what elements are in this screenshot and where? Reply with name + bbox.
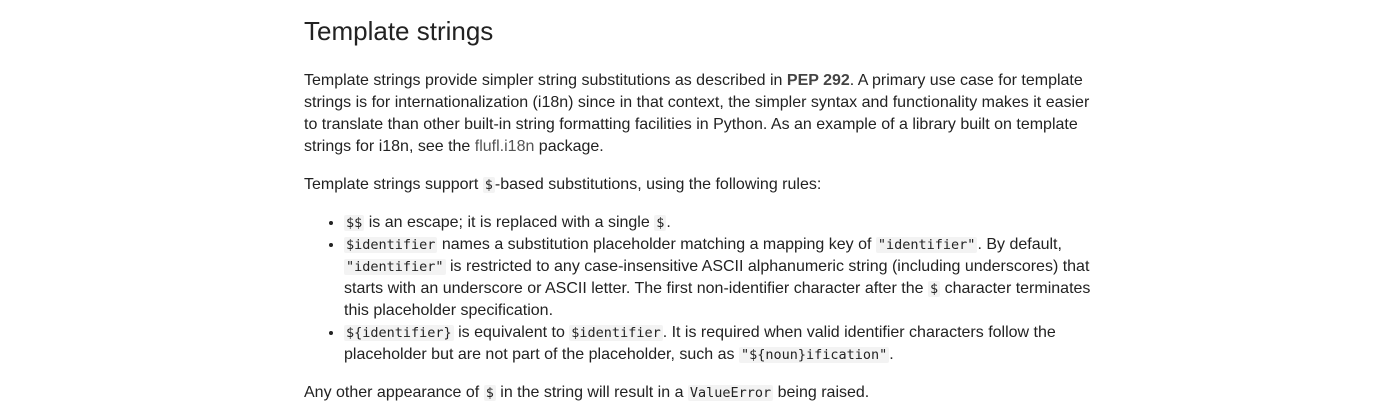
- value-error-code: ValueError: [687, 385, 774, 401]
- rule-code: $identifier: [569, 325, 663, 341]
- rule-item-escape: $$ is an escape; it is replaced with a s…: [344, 212, 1094, 234]
- rule-code: "${noun}ification": [738, 347, 890, 363]
- rules-intro-paragraph: Template strings support $ -based substit…: [304, 174, 1094, 196]
- rules-intro-text-1: Template strings support: [304, 176, 483, 193]
- rules-intro-text-2: -based substitutions, using the followin…: [494, 176, 822, 193]
- rules-list: $$ is an escape; it is replaced with a s…: [304, 212, 1094, 366]
- closing-text-3: being raised.: [773, 384, 870, 401]
- rule-item-braced-identifier: ${identifier} is equivalent to $identifi…: [344, 322, 1094, 366]
- rule-code: "identifier": [875, 237, 978, 253]
- rule-code: $: [654, 215, 667, 231]
- rule-code: $identifier: [344, 237, 438, 253]
- pep-292-link[interactable]: PEP 292: [787, 72, 850, 89]
- intro-paragraph: Template strings provide simpler string …: [304, 70, 1094, 158]
- doc-content: Template strings Template strings provid…: [304, 14, 1094, 420]
- dollar-code: $: [482, 177, 495, 193]
- rule-text: . By default,: [977, 236, 1062, 253]
- rule-code: $$: [344, 215, 365, 231]
- closing-text-2: in the string will result in a: [495, 384, 688, 401]
- intro-text-1: Template strings provide simpler string …: [304, 72, 787, 89]
- closing-code: $: [483, 385, 496, 401]
- rule-text: is an escape; it is replaced with a sing…: [364, 214, 655, 231]
- rule-text: .: [889, 346, 894, 363]
- intro-text-3: package.: [534, 138, 604, 155]
- closing-paragraph: Any other appearance of $ in the string …: [304, 382, 1094, 404]
- closing-text-1: Any other appearance of: [304, 384, 484, 401]
- rule-code: ${identifier}: [344, 325, 454, 341]
- rule-code: $: [927, 281, 941, 297]
- rule-text: is equivalent to: [453, 324, 570, 341]
- rule-text: .: [666, 214, 671, 231]
- flufl-i18n-link[interactable]: flufl.i18n: [475, 138, 535, 155]
- rule-item-identifier: $identifier names a substitution placeho…: [344, 234, 1094, 322]
- section-title: Template strings: [304, 16, 494, 46]
- rule-text: names a substitution placeholder matchin…: [437, 236, 876, 253]
- rule-code: "identifier": [344, 259, 446, 275]
